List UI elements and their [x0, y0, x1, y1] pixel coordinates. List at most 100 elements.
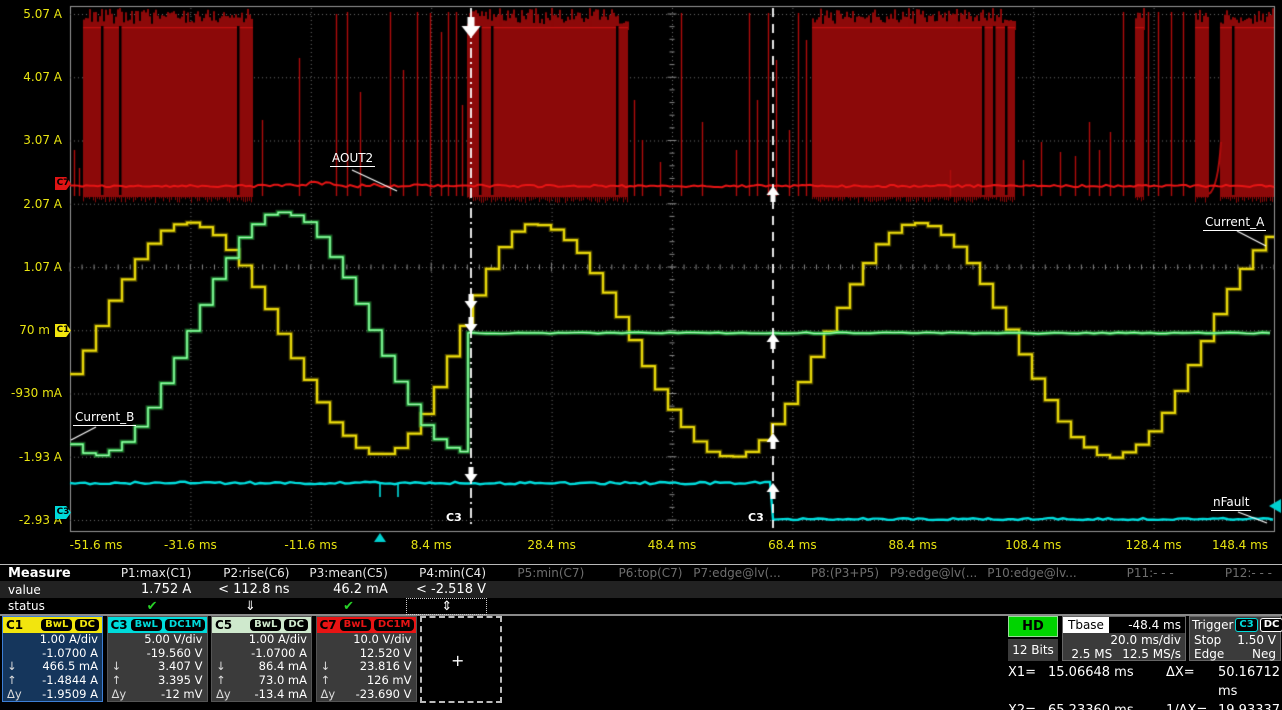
bit-depth-badge[interactable]: 12 Bits	[1008, 639, 1058, 661]
y-axis-label: -930 mA	[0, 386, 62, 400]
measure-param-header[interactable]: P6:top(C7)	[594, 566, 692, 580]
measure-row-label: Measure	[0, 566, 103, 581]
measure-param-value: 46.2 mA	[300, 582, 398, 597]
y-axis-label: 5.07 A	[0, 7, 62, 21]
timebase-delay: -48.4 ms	[1109, 617, 1185, 633]
channel-row-value: -1.0700 A	[234, 647, 307, 661]
channel-row-value: 10.0 V/div	[339, 633, 412, 647]
channel-row-value: -19.560 V	[130, 647, 203, 661]
channel-row-prefix: Δy	[112, 688, 130, 702]
measure-status-row: status ✔⇓✔⇕	[0, 598, 1282, 614]
measure-param-value: < 112.8 ns	[201, 582, 299, 597]
channel-box-c3[interactable]: C3BwLDC1M5.00 V/div-19.560 V↓3.407 V↑3.3…	[107, 616, 208, 702]
channel-id: C1	[6, 618, 38, 632]
dx-label: ΔX=	[1166, 663, 1218, 701]
measure-param-value: < -2.518 V	[398, 582, 496, 597]
measure-param-header[interactable]: P2:rise(C6)	[201, 566, 299, 580]
channel-row-value: 3.407 V	[130, 660, 203, 674]
x-axis-label: -11.6 ms	[266, 538, 356, 552]
channel-id: C7	[320, 618, 337, 632]
measure-param-header[interactable]: P12:- - -	[1184, 566, 1282, 580]
channel-row-prefix	[321, 647, 339, 661]
channel-row-value: -23.690 V	[339, 688, 412, 702]
y-axis-label: -2.93 A	[0, 513, 62, 527]
x-axis-label: -51.6 ms	[51, 538, 141, 552]
channel-row-value: -12 mV	[130, 688, 203, 702]
x-axis-label: 108.4 ms	[988, 538, 1078, 552]
trigger-box[interactable]: Trigger C3 DC Stop 1.50 V Edge Neg	[1189, 616, 1281, 661]
channel-chip-dc1m: DC1M	[374, 619, 415, 631]
channel-row-value: 3.395 V	[130, 674, 203, 688]
channel-row-prefix	[321, 633, 339, 647]
channel-box-c1[interactable]: C1BwLDC1.00 A/div-1.0700 A↓466.5 mA↑-1.4…	[2, 616, 103, 702]
channel-box-c7[interactable]: C7BwLDC1M10.0 V/div12.520 V↓23.816 V↑126…	[316, 616, 417, 702]
waveform-grid[interactable]	[0, 0, 1282, 563]
measure-value-row: value 1.752 A< 112.8 ns46.2 mA< -2.518 V	[0, 581, 1282, 598]
channel-row-value: 5.00 V/div	[130, 633, 203, 647]
channel-row-prefix: ↑	[321, 674, 339, 688]
measure-param-header[interactable]: P9:edge@lv(...	[889, 566, 987, 580]
trigger-label: Trigger	[1192, 618, 1233, 632]
measure-param-header[interactable]: P4:min(C4)	[398, 566, 496, 580]
channel-row-value: 1.00 A/div	[234, 633, 307, 647]
status-down-icon: ⇓	[245, 599, 256, 614]
channel-chip-bwl: BwL	[340, 619, 371, 631]
measure-param-header[interactable]: P7:edge@lv(...	[693, 566, 791, 580]
trace-label-aout2[interactable]: AOUT2	[330, 152, 375, 167]
oscilloscope-screen: 5.07 A4.07 A3.07 A2.07 A1.07 A70 m-930 m…	[0, 0, 1282, 710]
x-axis-label: 28.4 ms	[507, 538, 597, 552]
channel-row-prefix: Δy	[321, 688, 339, 702]
trigger-coupling-chip: DC	[1260, 618, 1282, 632]
channel-row-prefix	[216, 633, 234, 647]
measure-param-header[interactable]: P11:- - -	[1086, 566, 1184, 580]
channel-row-prefix: ↑	[112, 674, 130, 688]
x2-value: 65.23360 ms	[1048, 701, 1166, 710]
channel-row-prefix: ↓	[112, 660, 130, 674]
channel-chip-dc: DC	[75, 619, 99, 631]
channel-row-value: -13.4 mA	[234, 688, 307, 702]
x1-label: X1=	[1008, 663, 1048, 701]
timebase-box[interactable]: Tbase -48.4 ms 20.0 ms/div 2.5 MS 12.5 M…	[1062, 616, 1186, 661]
status-check-icon: ✔	[147, 599, 158, 614]
trace-label-current-b[interactable]: Current_B	[73, 411, 136, 426]
measure-param-header[interactable]: P10:edge@lv...	[987, 566, 1085, 580]
channel-row-value: 12.520 V	[339, 647, 412, 661]
channel-row-prefix: ↓	[216, 660, 234, 674]
channel-id: C3	[111, 618, 128, 632]
sample-count: 2.5 MS	[1071, 647, 1112, 661]
channel-chip-dc1m: DC1M	[165, 619, 206, 631]
measure-param-header[interactable]: P8:(P3+P5)	[791, 566, 889, 580]
channel-row-value: 466.5 mA	[25, 660, 98, 674]
measure-param-header[interactable]: P3:mean(C5)	[300, 566, 398, 580]
measure-param-header[interactable]: P5:min(C7)	[496, 566, 594, 580]
measure-param-value: 1.752 A	[103, 582, 201, 597]
zoom-roi-box[interactable]: +	[420, 616, 502, 703]
cursor1-source-tag[interactable]: C3	[446, 511, 462, 524]
channel-chip-bwl: BwL	[41, 619, 72, 631]
y-axis-label: 70 m	[0, 323, 50, 337]
channel-row-prefix: Δy	[216, 688, 234, 702]
channel-id: C5	[215, 618, 247, 632]
channel-row-prefix: ↓	[321, 660, 339, 674]
timebase-label: Tbase	[1063, 617, 1109, 633]
cursor2-source-tag[interactable]: C3	[748, 511, 764, 524]
cursor-readout: X1= 15.06648 ms ΔX= 50.16712 ms X2= 65.2…	[1008, 663, 1282, 703]
channel-row-prefix: Δy	[7, 688, 25, 702]
sample-rate: 12.5 MS/s	[1122, 647, 1181, 661]
channel-chip-bwl: BwL	[250, 619, 281, 631]
channel-box-c5[interactable]: C5BwLDC1.00 A/div-1.0700 A↓86.4 mA↑73.0 …	[211, 616, 312, 702]
hd-mode-badge[interactable]: HD	[1008, 616, 1058, 637]
channel-row-prefix	[112, 633, 130, 647]
measure-param-header[interactable]: P1:max(C1)	[103, 566, 201, 580]
measure-param-status: ⇓	[201, 599, 299, 614]
x1-value: 15.06648 ms	[1048, 663, 1166, 701]
channel-row-value: 23.816 V	[339, 660, 412, 674]
channel-row-prefix	[7, 647, 25, 661]
trace-label-nfault[interactable]: nFault	[1211, 496, 1251, 511]
x2-label: X2=	[1008, 701, 1048, 710]
measure-param-status: ✔	[103, 599, 201, 614]
trace-label-current-a[interactable]: Current_A	[1203, 216, 1266, 231]
x-axis-label: 8.4 ms	[386, 538, 476, 552]
channel-row-value: 86.4 mA	[234, 660, 307, 674]
value-row-label: value	[0, 583, 103, 597]
